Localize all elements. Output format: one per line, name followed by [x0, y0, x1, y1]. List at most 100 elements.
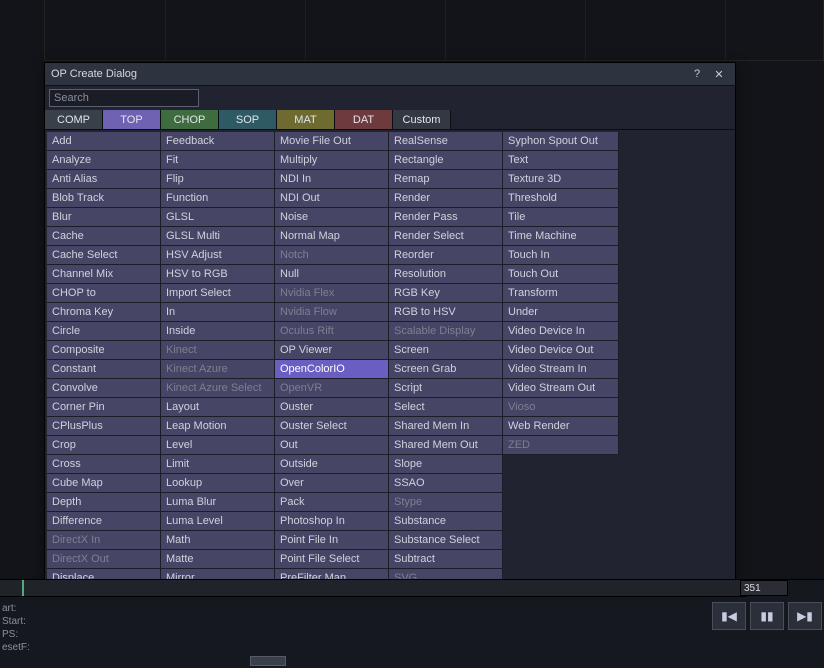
op-item[interactable]: Shared Mem Out [389, 436, 503, 455]
op-item[interactable]: Render [389, 189, 503, 208]
op-item[interactable]: RealSense [389, 132, 503, 151]
op-item[interactable]: HSV to RGB [161, 265, 275, 284]
op-item[interactable]: Cross [47, 455, 161, 474]
op-item[interactable]: Video Stream Out [503, 379, 619, 398]
op-item[interactable]: Substance Select [389, 531, 503, 550]
op-item[interactable]: CPlusPlus [47, 417, 161, 436]
op-item[interactable]: Kinect Azure [161, 360, 275, 379]
op-item[interactable]: OP Viewer [275, 341, 389, 360]
frame-display[interactable]: 351 [740, 580, 788, 596]
op-item[interactable]: Resolution [389, 265, 503, 284]
op-item[interactable]: NDI Out [275, 189, 389, 208]
close-button[interactable]: ✕ [709, 66, 729, 82]
op-item[interactable]: Leap Motion [161, 417, 275, 436]
op-item[interactable]: Noise [275, 208, 389, 227]
op-item[interactable]: Composite [47, 341, 161, 360]
op-item[interactable]: Scalable Display [389, 322, 503, 341]
op-item[interactable]: CHOP to [47, 284, 161, 303]
op-item[interactable]: Null [275, 265, 389, 284]
op-item[interactable]: Screen Grab [389, 360, 503, 379]
op-item[interactable]: OpenVR [275, 379, 389, 398]
op-item[interactable]: Notch [275, 246, 389, 265]
op-item[interactable]: GLSL [161, 208, 275, 227]
op-item[interactable]: Anti Alias [47, 170, 161, 189]
op-item[interactable]: Oculus Rift [275, 322, 389, 341]
op-item[interactable]: Texture 3D [503, 170, 619, 189]
op-item[interactable]: Stype [389, 493, 503, 512]
op-item[interactable]: Lookup [161, 474, 275, 493]
op-item[interactable]: Subtract [389, 550, 503, 569]
op-item[interactable]: Fit [161, 151, 275, 170]
search-input[interactable] [49, 89, 199, 107]
op-item[interactable]: Web Render [503, 417, 619, 436]
op-item[interactable]: Slope [389, 455, 503, 474]
op-item[interactable]: Video Device In [503, 322, 619, 341]
step-back-button[interactable]: ▮◀ [712, 602, 746, 630]
tab-top[interactable]: TOP [103, 110, 161, 129]
op-item[interactable]: Pack [275, 493, 389, 512]
op-item[interactable]: Ouster Select [275, 417, 389, 436]
op-item[interactable]: Render Select [389, 227, 503, 246]
op-item[interactable]: Blob Track [47, 189, 161, 208]
op-item[interactable]: Time Machine [503, 227, 619, 246]
op-item[interactable]: Corner Pin [47, 398, 161, 417]
op-item[interactable]: Layout [161, 398, 275, 417]
op-item[interactable]: Cache [47, 227, 161, 246]
op-item[interactable]: Blur [47, 208, 161, 227]
op-item[interactable]: Out [275, 436, 389, 455]
playhead[interactable] [22, 580, 24, 596]
op-item[interactable]: Luma Blur [161, 493, 275, 512]
scroll-thumb[interactable] [250, 656, 286, 666]
tab-sop[interactable]: SOP [219, 110, 277, 129]
op-item[interactable]: Shared Mem In [389, 417, 503, 436]
pause-button[interactable]: ▮▮ [750, 602, 784, 630]
op-item[interactable]: Nvidia Flex [275, 284, 389, 303]
step-fwd-button[interactable]: ▶▮ [788, 602, 822, 630]
op-item[interactable]: Screen [389, 341, 503, 360]
op-item[interactable]: Tile [503, 208, 619, 227]
op-item[interactable]: Reorder [389, 246, 503, 265]
op-item[interactable]: Kinect [161, 341, 275, 360]
op-item[interactable]: Video Stream In [503, 360, 619, 379]
op-item[interactable]: Over [275, 474, 389, 493]
op-item[interactable]: GLSL Multi [161, 227, 275, 246]
op-item[interactable]: Touch In [503, 246, 619, 265]
op-item[interactable]: OpenColorIO [275, 360, 389, 379]
op-item[interactable]: Luma Level [161, 512, 275, 531]
op-item[interactable]: RGB Key [389, 284, 503, 303]
op-item[interactable]: Photoshop In [275, 512, 389, 531]
op-item[interactable]: Text [503, 151, 619, 170]
op-item[interactable]: Outside [275, 455, 389, 474]
op-item[interactable]: Ouster [275, 398, 389, 417]
op-item[interactable]: Depth [47, 493, 161, 512]
tab-mat[interactable]: MAT [277, 110, 335, 129]
op-item[interactable]: SSAO [389, 474, 503, 493]
op-item[interactable]: Syphon Spout Out [503, 132, 619, 151]
op-item[interactable]: Math [161, 531, 275, 550]
op-item[interactable]: Threshold [503, 189, 619, 208]
tab-custom[interactable]: Custom [393, 110, 451, 129]
op-item[interactable]: Convolve [47, 379, 161, 398]
op-item[interactable]: Multiply [275, 151, 389, 170]
op-item[interactable]: DirectX Out [47, 550, 161, 569]
op-item[interactable]: Remap [389, 170, 503, 189]
op-item[interactable]: Cache Select [47, 246, 161, 265]
op-item[interactable]: Circle [47, 322, 161, 341]
op-item[interactable]: Add [47, 132, 161, 151]
op-item[interactable]: Substance [389, 512, 503, 531]
op-item[interactable]: Level [161, 436, 275, 455]
op-item[interactable]: Cube Map [47, 474, 161, 493]
op-item[interactable]: In [161, 303, 275, 322]
op-item[interactable]: Render Pass [389, 208, 503, 227]
op-item[interactable]: Feedback [161, 132, 275, 151]
op-item[interactable]: Point File In [275, 531, 389, 550]
op-item[interactable]: RGB to HSV [389, 303, 503, 322]
op-item[interactable]: DirectX In [47, 531, 161, 550]
op-item[interactable]: Analyze [47, 151, 161, 170]
op-item[interactable]: Function [161, 189, 275, 208]
op-item[interactable]: Movie File Out [275, 132, 389, 151]
op-item[interactable]: Nvidia Flow [275, 303, 389, 322]
op-item[interactable]: Transform [503, 284, 619, 303]
op-item[interactable]: Normal Map [275, 227, 389, 246]
op-item[interactable]: Touch Out [503, 265, 619, 284]
